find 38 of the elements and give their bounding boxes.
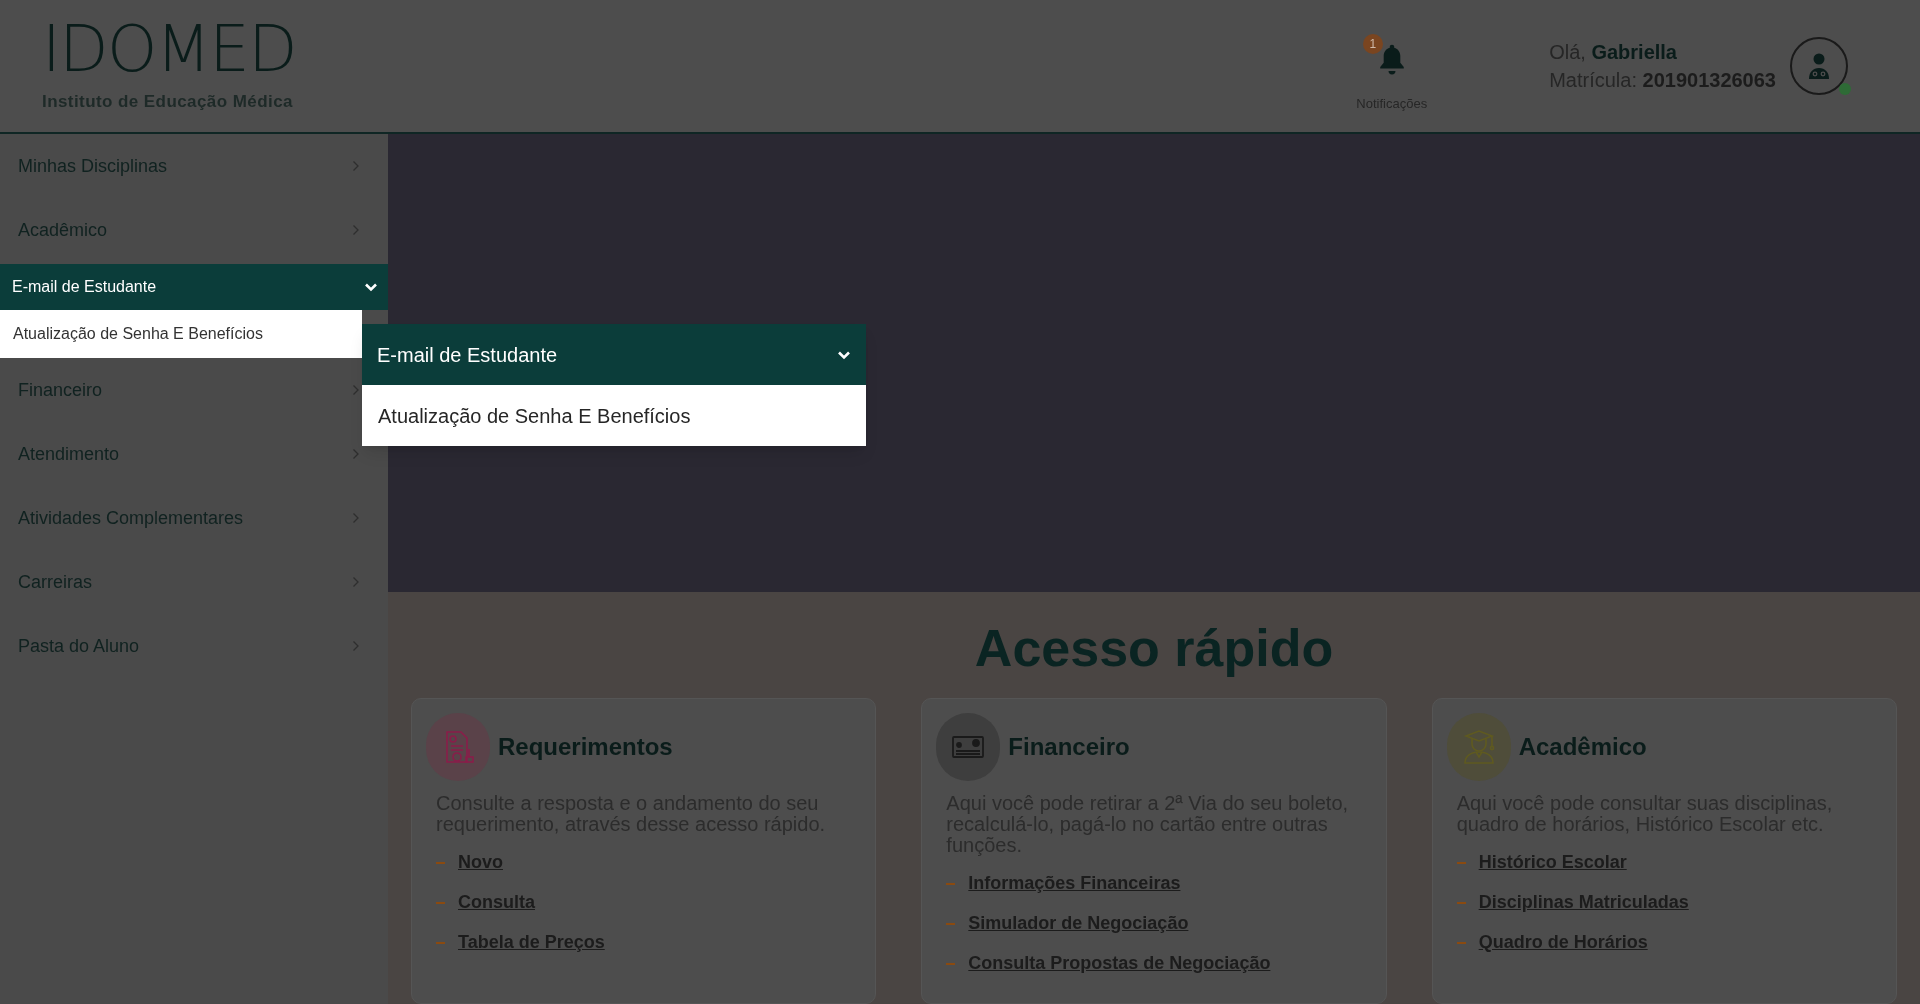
card-title: Financeiro <box>1008 732 1130 762</box>
sidebar-item[interactable]: Atividades Complementares <box>0 486 362 550</box>
chevron-right-icon <box>352 576 360 588</box>
chevron-right-icon <box>352 384 360 396</box>
card-title: Acadêmico <box>1518 732 1647 762</box>
sidebar-item[interactable]: Financeiro <box>0 358 362 422</box>
chevron-right-icon <box>352 160 360 172</box>
chevron-right-icon <box>352 512 360 524</box>
card-title: Requerimentos <box>498 732 673 762</box>
dropdown-header[interactable]: E-mail de Estudante <box>362 324 866 385</box>
sidebar-item[interactable]: Carreiras <box>0 550 362 614</box>
chevron-right-icon <box>352 640 360 652</box>
bullet-dash <box>436 861 445 864</box>
chevron-down-icon <box>364 282 378 292</box>
logo-wordmark: IDOMED <box>42 17 296 82</box>
dropdown-item[interactable]: Atualização de Senha E Benefícios <box>362 385 866 446</box>
chevron-right-icon <box>352 448 360 460</box>
bullet-dash <box>946 962 956 965</box>
chevron-right-icon <box>352 224 360 236</box>
graduate-icon <box>1461 729 1496 765</box>
notification-badge: 1 <box>1362 34 1383 55</box>
bullet-dash <box>946 922 956 925</box>
bullet-dash <box>1456 861 1466 864</box>
sidebar-item[interactable]: Minhas Disciplinas <box>0 134 362 198</box>
section-heading: Acesso rápido <box>973 618 1335 678</box>
bullet-dash <box>436 901 445 904</box>
chevron-down-icon <box>837 349 851 360</box>
submenu-item[interactable]: Atualização de Senha E Benefícios <box>0 310 362 358</box>
sidebar-item[interactable]: E-mail de Estudante <box>0 264 388 310</box>
bullet-dash <box>946 882 956 885</box>
bullet-dash <box>1456 941 1466 944</box>
bullet-dash <box>436 941 445 944</box>
doctor-icon <box>1806 52 1832 80</box>
sidebar-item[interactable]: Pasta do Aluno <box>0 614 362 678</box>
sidebar-item[interactable]: Acadêmico <box>0 198 362 262</box>
card-icon <box>951 734 986 760</box>
sidebar-item[interactable]: Atendimento <box>0 422 362 486</box>
bullet-dash <box>1456 901 1466 904</box>
